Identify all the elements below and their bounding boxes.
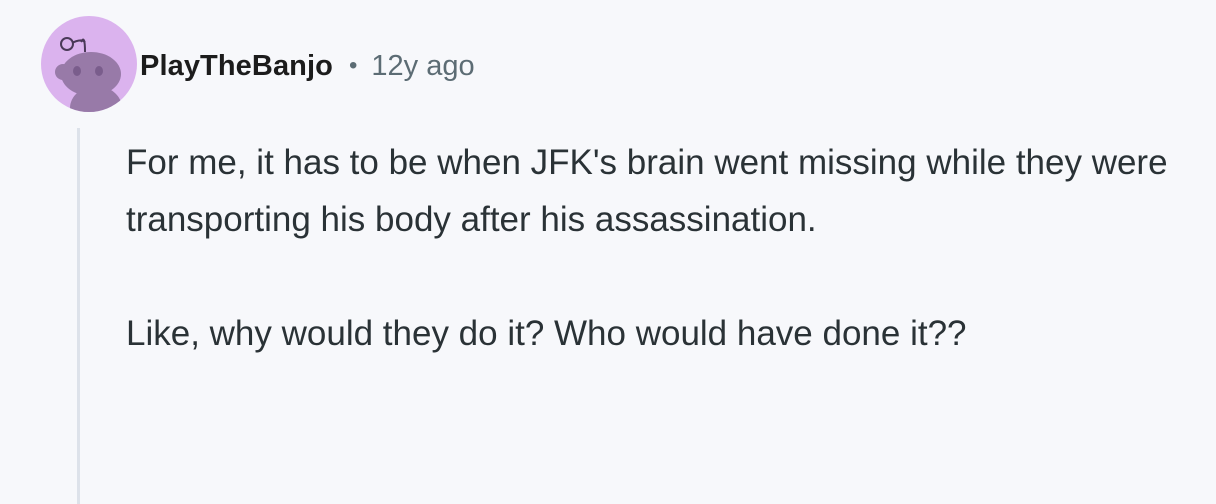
user-avatar[interactable]	[41, 16, 137, 112]
meta-separator: •	[348, 52, 358, 79]
comment-timestamp[interactable]: 12y ago	[371, 50, 474, 83]
thread-line[interactable]	[77, 128, 80, 504]
comment-body: For me, it has to be when JFK's brain we…	[126, 134, 1186, 362]
comment-paragraph: For me, it has to be when JFK's brain we…	[126, 143, 1168, 239]
comment: PlayTheBanjo • 12y ago For me, it has to…	[0, 0, 1216, 504]
username-link[interactable]: PlayTheBanjo	[140, 50, 333, 83]
comment-meta: PlayTheBanjo • 12y ago	[140, 44, 475, 88]
comment-paragraph: Like, why would they do it? Who would ha…	[126, 314, 967, 353]
snoo-avatar-icon	[55, 37, 122, 112]
